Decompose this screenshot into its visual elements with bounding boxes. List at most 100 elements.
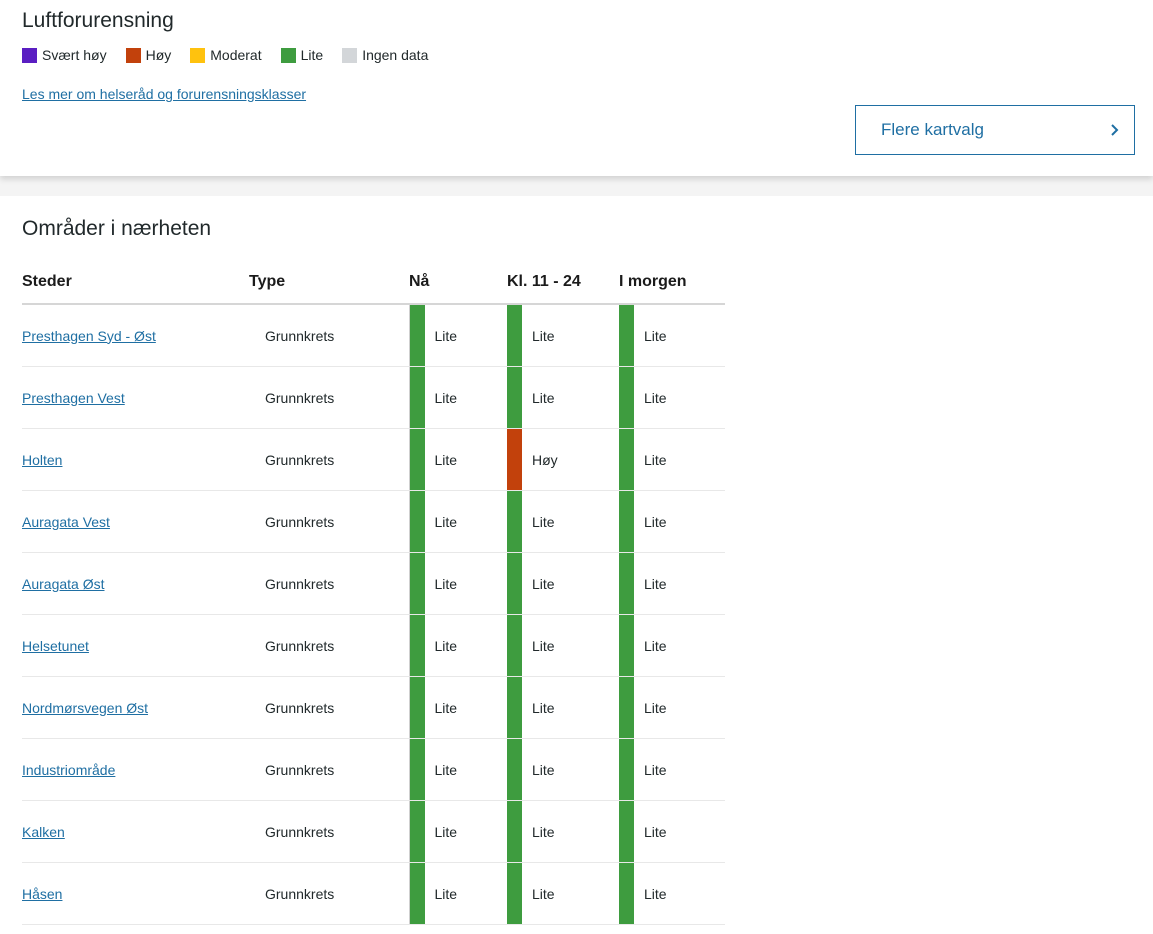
level-color-bar <box>409 615 425 676</box>
now-level-cell: Lite <box>409 800 507 863</box>
later-today-level-cell: Lite <box>507 490 619 553</box>
level-label: Lite <box>644 451 667 468</box>
level-label: Høy <box>532 451 558 468</box>
level-label: Lite <box>532 327 555 344</box>
nearby-areas-card: Områder i nærheten Steder Type Nå Kl. 11… <box>0 196 1153 934</box>
table-row: Helsetunet Grunnkrets Lite Lite Lite <box>22 614 725 677</box>
level-label: Lite <box>532 885 555 902</box>
place-link[interactable]: Håsen <box>22 886 62 902</box>
later-today-level-cell: Lite <box>507 304 619 367</box>
legend-item: Lite <box>280 47 324 63</box>
now-level-cell: Lite <box>409 366 507 429</box>
level-label: Lite <box>434 389 458 406</box>
column-header-type: Type <box>249 268 409 305</box>
level-color-bar <box>507 429 522 490</box>
level-label: Lite <box>532 389 555 406</box>
level-label: Lite <box>434 513 458 530</box>
table-row: Håsen Grunnkrets Lite Lite Lite <box>22 862 725 925</box>
type-cell: Grunnkrets <box>249 366 410 429</box>
level-label: Lite <box>532 637 555 654</box>
later-today-level-cell: Lite <box>507 552 619 615</box>
level-label: Lite <box>644 637 667 654</box>
section-title: Områder i nærheten <box>22 217 212 240</box>
tomorrow-level-cell: Lite <box>619 428 725 491</box>
place-link[interactable]: Holten <box>22 452 62 468</box>
place-cell: Kalken <box>22 800 249 863</box>
level-color-bar <box>619 677 634 738</box>
place-link[interactable]: Auragata Øst <box>22 576 105 592</box>
legend-swatch <box>125 47 141 63</box>
place-link[interactable]: Kalken <box>22 824 65 840</box>
level-color-bar <box>619 615 634 676</box>
tomorrow-level-cell: Lite <box>619 552 725 615</box>
level-color-bar <box>507 615 522 676</box>
legend-swatch <box>280 47 296 63</box>
place-cell: Auragata Øst <box>22 552 249 615</box>
type-cell: Grunnkrets <box>249 304 410 367</box>
place-cell: Nordmørsvegen Øst <box>22 676 249 739</box>
health-advice-link[interactable]: Les mer om helseråd og forurensningsklas… <box>22 86 306 102</box>
level-color-bar <box>619 739 634 800</box>
type-cell: Grunnkrets <box>249 614 410 677</box>
more-map-options-button[interactable]: Flere kartvalg <box>855 105 1135 155</box>
level-color-bar <box>409 305 425 366</box>
table-row: Auragata Øst Grunnkrets Lite Lite Lite <box>22 552 725 615</box>
level-color-bar <box>507 367 522 428</box>
legend-item: Ingen data <box>342 47 428 63</box>
tomorrow-level-cell: Lite <box>619 800 725 863</box>
legend-item: Moderat <box>190 47 262 63</box>
table-row: Presthagen Syd - Øst Grunnkrets Lite Lite Li… <box>22 304 725 367</box>
later-today-level-cell: Lite <box>507 738 619 801</box>
later-today-level-cell: Høy <box>507 428 619 491</box>
level-label: Lite <box>434 451 458 468</box>
legend-swatch <box>190 47 206 63</box>
level-label: Lite <box>532 823 555 840</box>
column-header-places: Steder <box>22 268 249 305</box>
place-link[interactable]: Nordmørsvegen Øst <box>22 700 148 716</box>
legend-swatch <box>22 47 37 63</box>
later-today-level-cell: Lite <box>507 366 619 429</box>
place-cell: Auragata Vest <box>22 490 249 553</box>
level-color-bar <box>507 677 522 738</box>
legend-swatch <box>342 47 358 63</box>
tomorrow-level-cell: Lite <box>619 490 725 553</box>
level-color-bar <box>409 429 425 490</box>
place-cell: Helsetunet <box>22 614 249 677</box>
level-color-bar <box>409 863 425 924</box>
level-color-bar <box>507 863 522 924</box>
place-link[interactable]: Presthagen Syd - Øst <box>22 328 156 344</box>
level-label: Lite <box>644 761 667 778</box>
place-cell: Presthagen Vest <box>22 366 249 429</box>
level-color-bar <box>507 491 522 552</box>
now-level-cell: Lite <box>409 862 507 925</box>
table-row: Industriområde Grunnkrets Lite Lite Lite <box>22 738 725 801</box>
legend-label: Lite <box>300 47 324 63</box>
place-link[interactable]: Presthagen Vest <box>22 390 125 406</box>
place-link[interactable]: Auragata Vest <box>22 514 110 530</box>
place-link[interactable]: Industriområde <box>22 762 115 778</box>
level-label: Lite <box>644 389 667 406</box>
now-level-cell: Lite <box>409 676 507 739</box>
level-color-bar <box>619 801 634 862</box>
now-level-cell: Lite <box>409 738 507 801</box>
level-label: Lite <box>532 699 555 716</box>
level-color-bar <box>619 553 634 614</box>
level-label: Lite <box>644 823 667 840</box>
type-cell: Grunnkrets <box>249 490 410 553</box>
level-color-bar <box>619 367 634 428</box>
level-color-bar <box>507 553 522 614</box>
level-label: Lite <box>434 637 458 654</box>
more-map-options-label: Flere kartvalg <box>881 120 984 139</box>
place-link[interactable]: Helsetunet <box>22 638 89 654</box>
type-cell: Grunnkrets <box>249 676 410 739</box>
table-row: Auragata Vest Grunnkrets Lite Lite Lite <box>22 490 725 553</box>
level-label: Lite <box>644 575 667 592</box>
type-cell: Grunnkrets <box>249 800 410 863</box>
legend-label: Ingen data <box>362 47 429 63</box>
nearby-areas-table: Steder Type Nå Kl. 11 - 24 I morgen Pres… <box>22 268 725 925</box>
level-color-bar <box>409 677 425 738</box>
now-level-cell: Lite <box>409 428 507 491</box>
place-cell: Håsen <box>22 862 249 925</box>
level-color-bar <box>409 367 425 428</box>
table-row: Holten Grunnkrets Lite Høy Lite <box>22 428 725 491</box>
